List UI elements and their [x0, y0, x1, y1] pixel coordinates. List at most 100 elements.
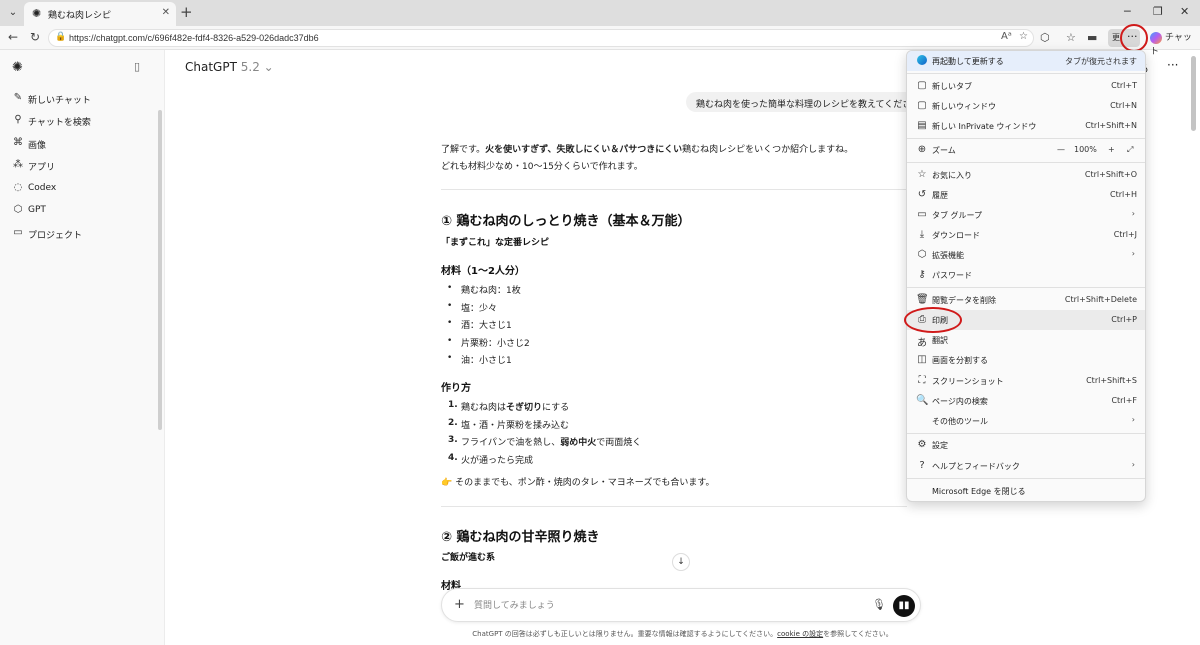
apps-icon: ⁂: [13, 159, 23, 170]
sidebar-item-projects[interactable]: ▭ プロジェクト: [10, 225, 155, 243]
folder-icon: ▭: [13, 227, 23, 238]
step-bold: そぎ切り: [506, 403, 543, 413]
lock-icon: 🔒: [55, 32, 67, 42]
maximize-icon[interactable]: ❐: [1153, 5, 1163, 18]
window-close-icon[interactable]: ✕: [1180, 5, 1189, 18]
fullscreen-icon[interactable]: ⤢: [1127, 145, 1133, 155]
history-icon: ↺: [917, 189, 927, 200]
bullet-dot: •: [447, 318, 453, 328]
menu-label: 新しいウィンドウ: [932, 102, 996, 111]
menu-new-inprivate[interactable]: ▤ 新しい InPrivate ウィンドウ Ctrl+Shift+N: [907, 116, 1145, 136]
menu-label: 履歴: [932, 191, 948, 200]
step-number: 1.: [448, 400, 458, 410]
zoom-in-icon[interactable]: +: [1108, 145, 1115, 154]
url-text: https://chatgpt.com/c/696f482e-fdf4-8326…: [69, 33, 319, 43]
menu-tab-groups[interactable]: ▭ タブ グループ ›: [907, 205, 1145, 225]
favorites-icon[interactable]: ☆: [1066, 31, 1076, 44]
sidebar-item-label: Codex: [28, 183, 57, 193]
menu-shortcut: Ctrl+T: [1111, 81, 1137, 90]
menu-new-window[interactable]: ▢ 新しいウィンドウ Ctrl+N: [907, 96, 1145, 116]
sidebar-item-search[interactable]: ⚲ チャットを検索: [10, 112, 155, 130]
menu-separator: [907, 478, 1145, 479]
cookie-settings-link[interactable]: cookie の設定: [777, 630, 823, 638]
menu-help-feedback[interactable]: ? ヘルプとフィードバック ›: [907, 456, 1145, 476]
favorite-star-icon[interactable]: ☆: [1019, 31, 1028, 42]
menu-settings[interactable]: ⚙ 設定: [907, 435, 1145, 455]
sidebar-item-gpt[interactable]: ⬡ GPT: [10, 202, 155, 220]
menu-label: ダウンロード: [932, 231, 980, 240]
page-scrollbar[interactable]: [1191, 56, 1196, 131]
sidebar-item-images[interactable]: ⌘ 画像: [10, 135, 155, 153]
menu-passwords[interactable]: ⚷ パスワード: [907, 265, 1145, 285]
chevron-right-icon: ›: [1131, 415, 1135, 424]
new-tab-icon: ▢: [917, 80, 927, 91]
voice-mode-icon[interactable]: ▮▮: [893, 595, 915, 617]
browser-tab[interactable]: ✺ 鶏むね肉レシピ ✕: [24, 2, 176, 26]
menu-label: Microsoft Edge を閉じる: [932, 487, 1026, 496]
copilot-button[interactable]: チャット: [1150, 30, 1200, 57]
bullet-dot: •: [447, 301, 453, 311]
menu-find-on-page[interactable]: 🔍 ページ内の検索 Ctrl+F: [907, 391, 1145, 411]
menu-label: お気に入り: [932, 171, 972, 180]
menu-close-edge[interactable]: Microsoft Edge を閉じる: [907, 481, 1145, 501]
menu-label: スクリーンショット: [932, 377, 1004, 386]
menu-history[interactable]: ↺ 履歴 Ctrl+H: [907, 185, 1145, 205]
menu-more-tools[interactable]: その他のツール ›: [907, 411, 1145, 431]
model-selector[interactable]: ChatGPT 5.2 ⌄: [185, 60, 274, 74]
split-screen-icon: ◫: [917, 354, 927, 365]
sidebar-item-new-chat[interactable]: ✎ 新しいチャット: [10, 90, 155, 108]
zoom-out-icon[interactable]: —: [1057, 145, 1065, 154]
divider: [441, 506, 907, 507]
intro-pre: 了解です。: [441, 145, 486, 155]
sidebar-item-label: プロジェクト: [28, 231, 83, 241]
step-item: 火が通ったら完成: [461, 456, 534, 466]
new-window-icon: ▢: [917, 100, 927, 111]
menu-label: ヘルプとフィードバック: [932, 462, 1020, 471]
new-tab-plus-icon[interactable]: +: [180, 3, 193, 21]
refresh-icon[interactable]: ↻: [30, 30, 40, 44]
menu-shortcut: Ctrl+F: [1111, 396, 1137, 405]
address-toolbar: ← ↻ 🔒 https://chatgpt.com/c/696f482e-fdf…: [0, 26, 1200, 57]
menu-label: 拡張機能: [932, 251, 964, 260]
menu-restart-update[interactable]: 再起動して更新する タブが復元されます: [907, 51, 1145, 71]
menu-extensions[interactable]: ⬡ 拡張機能 ›: [907, 245, 1145, 265]
chevron-right-icon: ›: [1131, 249, 1135, 258]
menu-downloads[interactable]: ⤓ ダウンロード Ctrl+J: [907, 225, 1145, 245]
step-text: 鶏むね肉は: [461, 403, 507, 413]
scroll-down-arrow-icon[interactable]: ↓: [672, 553, 690, 571]
back-arrow-icon[interactable]: ←: [8, 30, 18, 44]
sidebar-scrollbar[interactable]: [158, 110, 162, 430]
step-number: 3.: [448, 435, 458, 445]
translate-icon: あ: [917, 338, 927, 349]
step-item: フライパンで油を熱し、弱め中火で両面焼く: [461, 435, 641, 448]
tab-list-chevron-icon[interactable]: ⌄: [4, 4, 22, 22]
chat-input[interactable]: [474, 598, 854, 614]
url-bar[interactable]: 🔒 https://chatgpt.com/c/696f482e-fdf4-83…: [48, 29, 1034, 47]
attach-plus-icon[interactable]: +: [454, 597, 465, 612]
sidebar-item-apps[interactable]: ⁂ アプリ: [10, 157, 155, 175]
sidebar-item-codex[interactable]: ◌ Codex: [10, 180, 155, 198]
profile-icon[interactable]: ▬: [1087, 31, 1097, 44]
menu-favorites[interactable]: ☆ お気に入り Ctrl+Shift+O: [907, 165, 1145, 185]
screenshot-icon: ⛶: [918, 375, 926, 386]
menu-shortcut: Ctrl+Shift+O: [1084, 170, 1137, 179]
tab-close-icon[interactable]: ✕: [162, 7, 170, 18]
header-more-icon[interactable]: ···: [1167, 58, 1178, 72]
step-text: フライパンで油を熱し、: [461, 438, 561, 448]
sidebar-item-label: GPT: [28, 205, 46, 215]
sidebar-item-label: アプリ: [28, 163, 56, 173]
sidebar-toggle-icon[interactable]: ▯: [134, 60, 140, 73]
ingredient-item: 塩：少々: [461, 304, 498, 314]
microphone-icon[interactable]: 🎙: [872, 598, 886, 611]
extensions-puzzle-icon[interactable]: ⬡: [1040, 31, 1050, 44]
disclaimer-text: を参照してください。: [823, 630, 893, 638]
menu-translate[interactable]: あ 翻訳: [907, 330, 1145, 350]
read-aloud-icon[interactable]: Aᵃ: [1001, 31, 1012, 42]
menu-shortcut: Ctrl+N: [1110, 101, 1137, 110]
minimize-icon[interactable]: ─: [1124, 5, 1131, 18]
openai-logo-icon[interactable]: ✺: [12, 60, 23, 75]
menu-screenshot[interactable]: ⛶ スクリーンショット Ctrl+Shift+S: [907, 371, 1145, 391]
menu-split-screen[interactable]: ◫ 画面を分割する: [907, 350, 1145, 370]
menu-new-tab[interactable]: ▢ 新しいタブ Ctrl+T: [907, 76, 1145, 96]
step-number: 4.: [448, 453, 458, 463]
